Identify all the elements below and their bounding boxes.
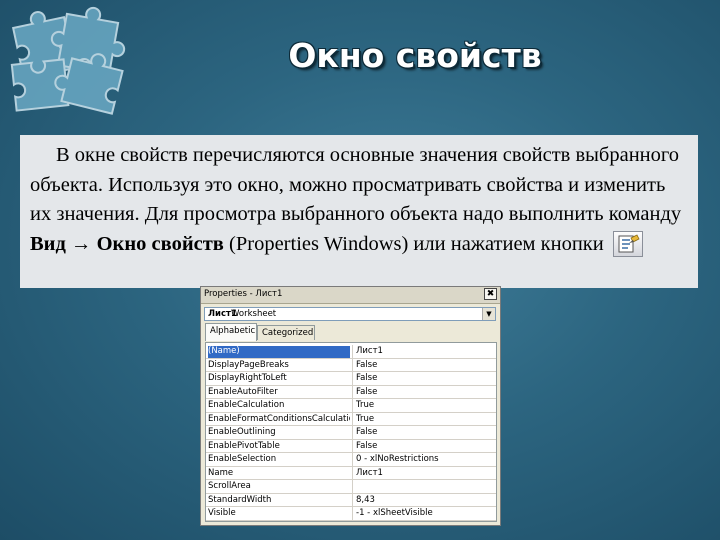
object-type: Worksheet <box>231 309 277 319</box>
chevron-down-icon[interactable]: ▼ <box>482 308 495 320</box>
property-value[interactable]: -1 - xlSheetVisible <box>356 508 433 518</box>
property-value[interactable]: False <box>356 427 377 437</box>
property-value[interactable]: True <box>356 414 374 424</box>
property-value[interactable]: False <box>356 373 377 383</box>
property-value[interactable]: False <box>356 441 377 451</box>
property-row[interactable]: EnableFormatConditionsCalculation True <box>206 412 496 426</box>
property-row[interactable]: StandardWidth 8,43 <box>206 493 496 507</box>
property-value[interactable]: 0 - xlNoRestrictions <box>356 454 439 464</box>
property-name: ScrollArea <box>208 481 251 491</box>
close-button[interactable]: ✖ <box>484 288 497 300</box>
property-row[interactable]: EnableCalculation True <box>206 399 496 413</box>
properties-icon <box>612 230 643 257</box>
property-row[interactable]: DisplayRightToLeft False <box>206 372 496 386</box>
property-row[interactable]: EnablePivotTable False <box>206 439 496 453</box>
property-row[interactable]: EnableAutoFilter False <box>206 385 496 399</box>
property-name: DisplayPageBreaks <box>208 359 289 370</box>
description-text-box: В окне свойств перечисляются основные зн… <box>20 135 698 288</box>
properties-grid: (Name) Лист1 DisplayPageBreaks False Displ… <box>205 342 497 522</box>
properties-window: Properties - Лист1 ✖ Лист1 Worksheet ▼ A… <box>200 286 501 526</box>
property-value[interactable]: 8,43 <box>356 495 375 505</box>
property-name: Name <box>208 467 234 478</box>
description-intro: В окне свойств перечисляются основные зн… <box>30 144 682 225</box>
property-row[interactable]: DisplayPageBreaks False <box>206 358 496 372</box>
property-row[interactable]: (Name) Лист1 <box>206 345 496 359</box>
property-value[interactable]: Лист1 <box>356 346 383 356</box>
tab-alphabetic[interactable]: Alphabetic <box>205 323 257 341</box>
page-title: Окно свойств <box>288 36 542 75</box>
property-name: EnableOutlining <box>208 427 276 437</box>
description-outro: (Properties Windows) или нажатием кнопки <box>223 232 604 255</box>
puzzle-pieces-decoration <box>10 6 126 115</box>
property-name: StandardWidth <box>208 494 272 505</box>
property-name: EnableFormatConditionsCalculation <box>208 413 350 424</box>
property-row[interactable]: Visible -1 - xlSheetVisible <box>206 507 496 521</box>
object-selector-dropdown[interactable]: Лист1 Worksheet ▼ <box>204 307 496 321</box>
property-row[interactable]: EnableOutlining False <box>206 426 496 440</box>
slide: Окно свойств В окне свойств перечисляютс… <box>0 0 720 540</box>
property-name: Visible <box>208 508 236 518</box>
property-name: EnableAutoFilter <box>208 386 278 397</box>
properties-window-titlebar[interactable]: Properties - Лист1 ✖ <box>201 287 500 304</box>
property-value[interactable]: True <box>356 400 374 410</box>
property-name: (Name) <box>208 346 350 358</box>
property-value[interactable]: Лист1 <box>356 468 383 478</box>
property-name: EnablePivotTable <box>208 440 280 451</box>
property-row[interactable]: Name Лист1 <box>206 466 496 480</box>
properties-window-title: Properties - Лист1 <box>204 289 283 299</box>
tab-categorized[interactable]: Categorized <box>257 325 315 340</box>
property-name: DisplayRightToLeft <box>208 373 287 383</box>
property-row[interactable]: EnableSelection 0 - xlNoRestrictions <box>206 453 496 467</box>
property-name: EnableSelection <box>208 454 277 464</box>
menu-command: Вид → Окно свойств <box>30 232 224 255</box>
property-row[interactable]: ScrollArea <box>206 480 496 494</box>
property-value[interactable]: False <box>356 387 377 397</box>
property-name: EnableCalculation <box>208 400 285 410</box>
property-value[interactable]: False <box>356 360 377 370</box>
